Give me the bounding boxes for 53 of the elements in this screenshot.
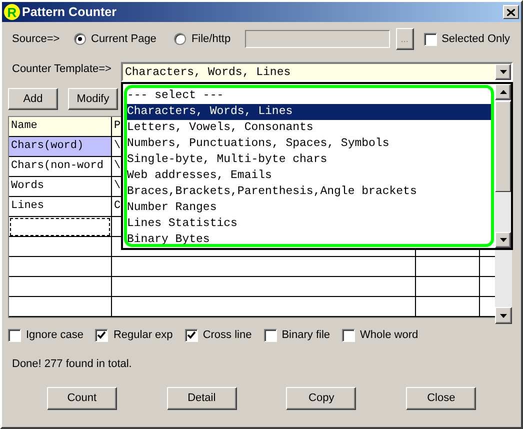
template-option[interactable]: Numbers, Punctuations, Spaces, Symbols <box>127 136 491 152</box>
focused-cell[interactable] <box>9 217 111 236</box>
check-icon <box>186 331 196 339</box>
action-button[interactable]: Close <box>406 386 476 410</box>
dropdown-button[interactable] <box>495 64 511 80</box>
action-button[interactable]: Count <box>46 386 117 410</box>
up-arrow-icon <box>500 90 506 94</box>
table-cell[interactable]: Chars(non-word <box>9 157 111 176</box>
column-header[interactable]: Name <box>9 117 112 137</box>
selected-only-checkbox[interactable]: Selected Only <box>424 32 510 46</box>
option-checkbox[interactable]: Binary file <box>264 328 330 342</box>
scroll-down-button[interactable] <box>495 307 512 324</box>
template-option[interactable]: Letters, Vowels, Consonants <box>127 120 491 136</box>
down-arrow-icon <box>500 238 506 242</box>
table-cell: \ <box>114 160 121 172</box>
template-option[interactable]: Characters, Words, Lines <box>127 104 491 120</box>
status-text: Done! 277 found in total. <box>12 357 133 372</box>
source-radio[interactable]: File/http <box>174 33 231 45</box>
table-cell: \ <box>114 140 121 152</box>
option-checkbox[interactable]: Cross line <box>184 328 252 342</box>
toolbar-button[interactable]: Add <box>8 88 58 110</box>
scroll-thumb[interactable] <box>495 101 511 192</box>
source-radio[interactable]: Current Page <box>74 33 156 45</box>
app-logo: R <box>4 4 20 20</box>
path-field[interactable] <box>244 30 390 48</box>
window-title: Pattern Counter <box>22 5 118 19</box>
scroll-up-button[interactable] <box>495 84 511 100</box>
down-arrow-icon <box>500 70 506 74</box>
template-option[interactable]: --- select --- <box>127 88 491 104</box>
option-checkbox[interactable]: Whole word <box>342 328 418 342</box>
table-cell[interactable]: Chars(word) <box>9 137 111 156</box>
close-button[interactable] <box>503 5 519 19</box>
template-option[interactable]: Lines Statistics <box>127 216 491 232</box>
scroll-down-button[interactable] <box>495 232 511 248</box>
template-option[interactable]: Braces,Brackets,Parenthesis,Angle brackets <box>127 184 491 200</box>
close-icon <box>507 8 515 16</box>
template-option[interactable]: Web addresses, Emails <box>127 168 491 184</box>
down-arrow-icon <box>500 314 507 318</box>
template-option[interactable]: Single-byte, Multi-byte chars <box>127 152 491 168</box>
table-cell: \ <box>114 180 121 192</box>
table-cell[interactable]: Lines <box>9 197 111 216</box>
option-checkbox[interactable]: Ignore case <box>8 328 84 342</box>
toolbar-button[interactable]: Modify <box>68 88 118 110</box>
table-cell[interactable]: Words <box>9 177 111 196</box>
check-icon <box>97 331 106 339</box>
template-dropdown[interactable]: Characters, Words, Lines <box>121 62 513 82</box>
action-button[interactable]: Copy <box>286 386 356 410</box>
template-label: Counter Template=> <box>12 63 112 75</box>
source-label: Source=> <box>12 33 61 45</box>
template-option[interactable]: Number Ranges <box>127 200 491 216</box>
action-button[interactable]: Detail <box>166 386 237 410</box>
table-cell: C <box>114 200 121 212</box>
option-checkbox[interactable]: Regular exp <box>95 328 173 342</box>
